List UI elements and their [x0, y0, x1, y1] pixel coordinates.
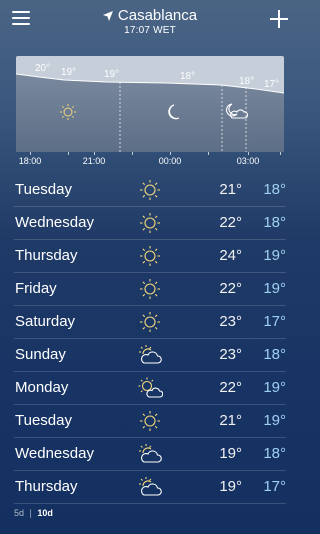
forecast-row[interactable]: Tuesday 21° 18°	[14, 174, 286, 207]
daily-forecast-list: Tuesday 21° 18° Wednesday 22° 18° Thursday 24° 1…	[14, 174, 286, 504]
forecast-row[interactable]: Sunday 23° 18°	[14, 339, 286, 372]
forecast-day: Thursday	[15, 478, 78, 495]
forecast-row[interactable]: Monday 22° 19°	[14, 372, 286, 405]
forecast-range-toggle: 5d | 10d	[14, 508, 53, 518]
forecast-row[interactable]: Thursday 24° 19°	[14, 240, 286, 273]
forecast-row[interactable]: Friday 22° 19°	[14, 273, 286, 306]
graph-temp-label: 19°	[104, 69, 119, 80]
forecast-high: 22°	[219, 214, 242, 231]
forecast-low: 17°	[263, 478, 286, 495]
toggle-10d[interactable]: 10d	[37, 508, 53, 518]
forecast-low: 18°	[263, 181, 286, 198]
forecast-high: 19°	[219, 445, 242, 462]
axis-tick	[132, 152, 133, 155]
forecast-day: Friday	[15, 280, 57, 297]
toggle-5d[interactable]: 5d	[14, 508, 24, 518]
forecast-high: 23°	[219, 346, 242, 363]
graph-temp-label: 17°	[264, 79, 279, 90]
sun-cloud-icon	[137, 376, 164, 400]
forecast-day: Wednesday	[15, 445, 94, 462]
axis-tick	[30, 152, 31, 155]
forecast-day: Sunday	[15, 346, 66, 363]
hourly-graph: 20° 19° 19° 18° 18° 17°	[16, 56, 284, 152]
city-name: Casablanca	[117, 7, 198, 24]
forecast-high: 21°	[219, 412, 242, 429]
sun-icon	[137, 310, 163, 334]
local-time: 17:07 WET	[124, 25, 176, 36]
forecast-low: 18°	[263, 445, 286, 462]
forecast-high: 24°	[219, 247, 242, 264]
axis-time-label: 21:00	[82, 156, 106, 166]
header: Casablanca 17:07 WET	[0, 0, 300, 44]
forecast-low: 17°	[263, 313, 286, 330]
graph-temp-label: 18°	[239, 76, 254, 87]
axis-time-label: 03:00	[236, 156, 260, 166]
forecast-row[interactable]: Tuesday 21° 19°	[14, 405, 286, 438]
partly-cloudy-icon	[137, 343, 163, 367]
forecast-row[interactable]: Thursday 19° 17°	[14, 471, 286, 504]
toggle-separator: |	[29, 508, 32, 518]
menu-icon[interactable]	[12, 10, 30, 26]
location-arrow-icon	[102, 10, 113, 21]
partly-cloudy-icon	[137, 442, 163, 466]
sun-icon	[137, 277, 163, 301]
forecast-row[interactable]: Saturday 23° 17°	[14, 306, 286, 339]
sun-icon	[137, 178, 163, 202]
graph-temp-label: 19°	[61, 67, 76, 78]
axis-tick	[248, 152, 249, 155]
axis-tick	[68, 152, 69, 155]
forecast-day: Tuesday	[15, 181, 72, 198]
forecast-day: Monday	[15, 379, 69, 396]
graph-temp-label: 18°	[180, 71, 195, 82]
axis-time-label: 18:00	[18, 156, 42, 166]
axis-tick	[94, 152, 95, 155]
forecast-high: 22°	[219, 280, 242, 297]
forecast-high: 23°	[219, 313, 242, 330]
sun-icon	[137, 244, 163, 268]
sun-icon	[137, 409, 163, 433]
axis-tick	[208, 152, 209, 155]
forecast-row[interactable]: Wednesday 22° 18°	[14, 207, 286, 240]
forecast-low: 19°	[263, 280, 286, 297]
forecast-low: 18°	[263, 214, 286, 231]
city-row: Casablanca	[60, 7, 240, 24]
time-axis: 18:00 21:00 00:00 03:00	[16, 152, 284, 174]
forecast-low: 19°	[263, 379, 286, 396]
location-header: Casablanca 17:07 WET	[60, 7, 240, 37]
sun-icon	[137, 211, 163, 235]
axis-tick	[280, 152, 281, 155]
forecast-day: Thursday	[15, 247, 78, 264]
graph-temp-label: 20°	[35, 63, 50, 74]
forecast-high: 22°	[219, 379, 242, 396]
forecast-day: Saturday	[15, 313, 76, 330]
partly-cloudy-icon	[137, 475, 163, 499]
forecast-low: 19°	[263, 247, 286, 264]
forecast-high: 19°	[219, 478, 242, 495]
forecast-low: 19°	[263, 412, 286, 429]
axis-time-label: 00:00	[158, 156, 182, 166]
axis-tick	[170, 152, 171, 155]
forecast-day: Wednesday	[15, 214, 94, 231]
forecast-low: 18°	[263, 346, 286, 363]
forecast-high: 21°	[219, 181, 242, 198]
forecast-day: Tuesday	[15, 412, 72, 429]
forecast-row[interactable]: Wednesday 19° 18°	[14, 438, 286, 471]
plus-icon[interactable]	[270, 10, 288, 28]
